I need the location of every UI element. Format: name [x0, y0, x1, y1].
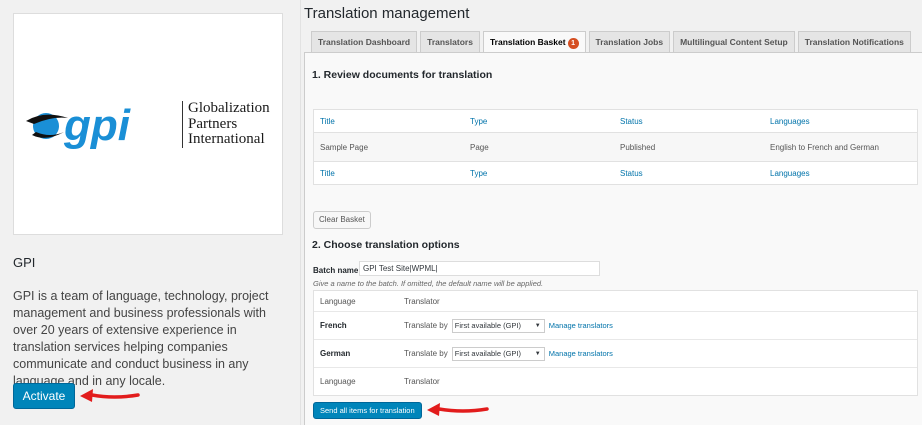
- select-value: First available (GPI): [454, 320, 522, 330]
- column-footer[interactable]: Status: [614, 169, 764, 178]
- red-arrow-icon: [427, 403, 489, 416]
- manage-translators-link[interactable]: Manage translators: [549, 321, 613, 330]
- logo-mark-text: gpi: [63, 101, 131, 150]
- cell-type: Page: [470, 142, 489, 152]
- table-footer: Title Type Status Languages: [314, 162, 917, 184]
- column-footer: Language: [320, 377, 356, 386]
- clear-basket-button[interactable]: Clear Basket: [313, 211, 371, 229]
- column-header: Language: [320, 296, 356, 306]
- language-name: German: [320, 349, 351, 358]
- cell-languages: English to French and German: [770, 142, 879, 152]
- translate-by-label: Translate by: [404, 349, 448, 358]
- language-row-german: German Translate by First available (GPI…: [314, 339, 917, 367]
- batch-name-input[interactable]: GPI Test Site|WPML|: [359, 261, 600, 276]
- column-footer[interactable]: Languages: [764, 169, 914, 178]
- language-row-french: French Translate by First available (GPI…: [314, 311, 917, 339]
- chevron-down-icon: ▼: [534, 322, 541, 329]
- column-divider: [300, 0, 301, 425]
- provider-description: GPI is a team of language, technology, p…: [13, 289, 269, 388]
- cell-status: Published: [620, 142, 656, 152]
- translation-basket-panel: 1. Review documents for translation Titl…: [304, 52, 922, 425]
- send-for-translation-button[interactable]: Send all items for translation: [313, 402, 422, 419]
- batch-name-label: Batch name:: [313, 266, 362, 275]
- column-footer[interactable]: Type: [464, 169, 614, 178]
- column-footer: Translator: [404, 377, 440, 386]
- logo-text-line: Partners: [188, 115, 238, 132]
- chevron-down-icon: ▼: [534, 350, 541, 357]
- table-row: Sample Page Page Published English to Fr…: [314, 132, 917, 162]
- translation-options-table: Language Translator French Translate by …: [313, 290, 918, 396]
- translation-service-card: gpi Globalization Partners International…: [0, 0, 300, 425]
- column-header[interactable]: Title: [314, 117, 464, 126]
- page-title: Translation management: [304, 5, 470, 22]
- gpi-logo-icon: gpi: [26, 101, 131, 150]
- tab-translators[interactable]: Translators: [420, 31, 480, 52]
- tab-translation-notifications[interactable]: Translation Notifications: [797, 31, 911, 52]
- logo-text-line: Globalization: [188, 100, 270, 116]
- column-header[interactable]: Type: [464, 117, 614, 126]
- tab-label: Translation Basket: [489, 37, 566, 47]
- options-footer: Language Translator: [314, 367, 917, 395]
- logo-text-line: International: [188, 131, 265, 147]
- table-header: Title Type Status Languages: [314, 110, 917, 132]
- provider-logo: gpi Globalization Partners International: [13, 13, 283, 235]
- language-name: French: [320, 321, 347, 330]
- column-footer[interactable]: Title: [314, 169, 464, 178]
- translator-select[interactable]: First available (GPI) ▼: [451, 318, 545, 333]
- column-header[interactable]: Status: [614, 117, 764, 126]
- basket-count-badge: 1: [567, 38, 579, 49]
- column-header: Translator: [404, 296, 440, 306]
- logo-wordmark: Globalization Partners International: [182, 100, 270, 148]
- translator-select[interactable]: First available (GPI) ▼: [451, 346, 545, 361]
- tab-translation-dashboard[interactable]: Translation Dashboard: [311, 31, 418, 52]
- options-header: Language Translator: [314, 291, 917, 311]
- cell-title: Sample Page: [320, 142, 369, 152]
- tab-bar: Translation Dashboard Translators Transl…: [311, 31, 911, 52]
- select-value: First available (GPI): [454, 348, 522, 358]
- documents-table: Title Type Status Languages Sample Page …: [313, 109, 918, 185]
- tab-translation-jobs[interactable]: Translation Jobs: [588, 31, 671, 52]
- provider-name: GPI: [13, 255, 36, 270]
- review-heading: 1. Review documents for translation: [312, 69, 493, 81]
- manage-translators-link[interactable]: Manage translators: [549, 349, 613, 358]
- tab-multilingual-content-setup[interactable]: Multilingual Content Setup: [673, 31, 795, 52]
- batch-name-help: Give a name to the batch. If omitted, th…: [313, 279, 544, 288]
- translate-by-label: Translate by: [404, 321, 448, 330]
- activate-button[interactable]: Activate: [13, 383, 75, 409]
- column-header[interactable]: Languages: [764, 117, 914, 126]
- options-heading: 2. Choose translation options: [312, 239, 460, 251]
- red-arrow-icon: [80, 389, 140, 402]
- tab-translation-basket[interactable]: Translation Basket 1: [482, 31, 586, 52]
